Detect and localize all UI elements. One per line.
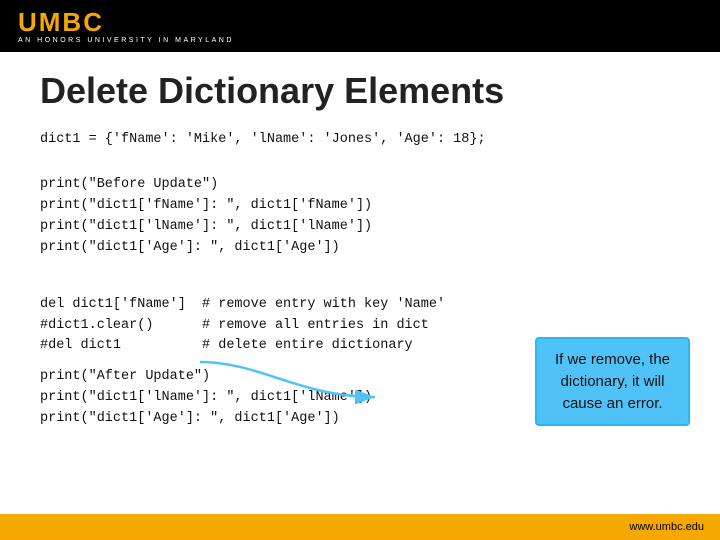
footer-url: www.umbc.edu bbox=[629, 521, 704, 533]
logo-subtitle: AN HONORS UNIVERSITY IN MARYLAND bbox=[18, 37, 234, 44]
page-title: Delete Dictionary Elements bbox=[40, 70, 680, 112]
tooltip-box: If we remove, the dictionary, it will ca… bbox=[535, 337, 690, 426]
tooltip-text: If we remove, the dictionary, it will ca… bbox=[555, 351, 670, 412]
main-content: Delete Dictionary Elements dict1 = {'fNa… bbox=[0, 52, 720, 440]
logo-text: UMBC bbox=[18, 9, 234, 35]
arrow-icon bbox=[200, 352, 380, 407]
code-block1: print("Before Update") print("dict1['fNa… bbox=[40, 175, 680, 259]
header-bar: UMBC AN HONORS UNIVERSITY IN MARYLAND bbox=[0, 0, 720, 52]
umbc-logo: UMBC AN HONORS UNIVERSITY IN MARYLAND bbox=[18, 9, 234, 44]
footer-bar: www.umbc.edu bbox=[0, 514, 720, 540]
code-line1: dict1 = {'fName': 'Mike', 'lName': 'Jone… bbox=[40, 130, 680, 151]
